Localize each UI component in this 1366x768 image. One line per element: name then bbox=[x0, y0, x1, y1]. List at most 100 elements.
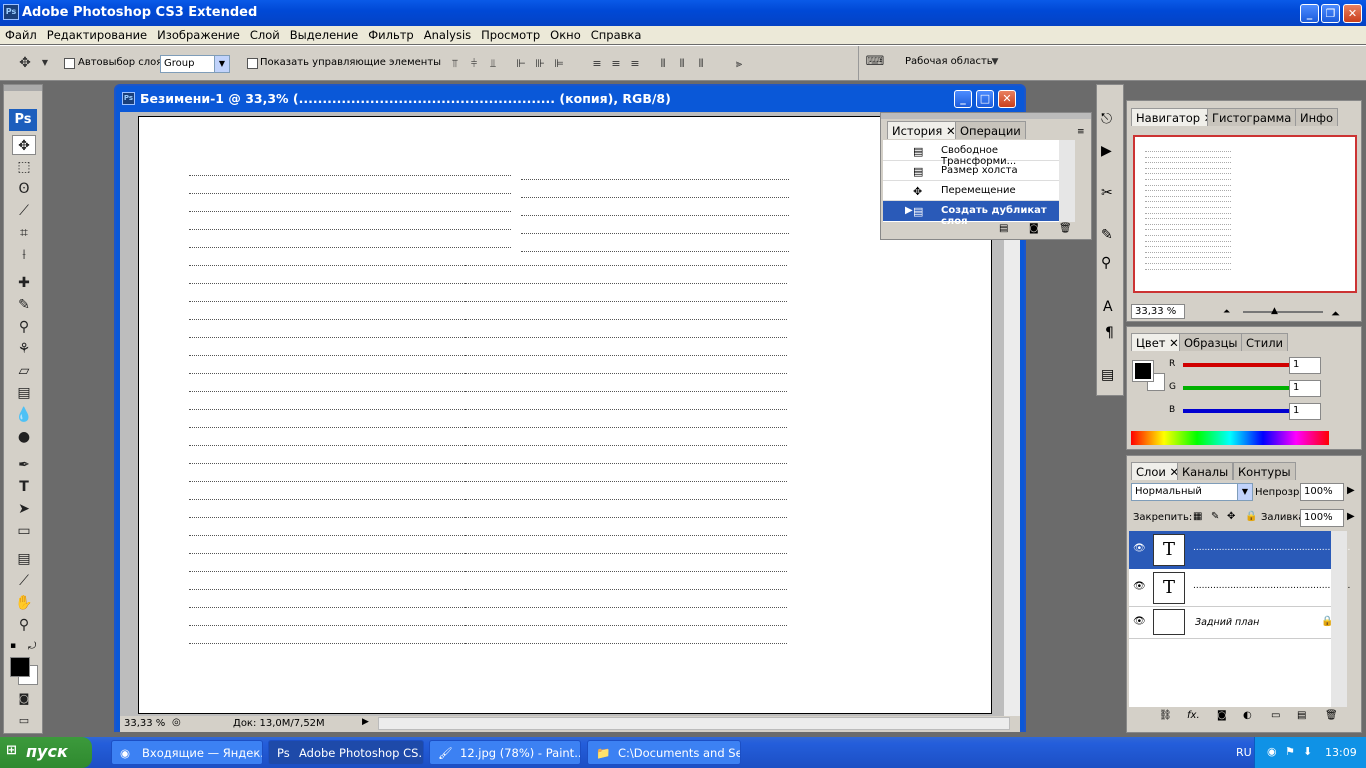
align-bottom-icon[interactable]: ⫫ bbox=[486, 58, 500, 70]
tab-info[interactable]: Инфо bbox=[1295, 108, 1338, 126]
layer-row-selected[interactable]: 👁 T ....................................… bbox=[1129, 531, 1350, 569]
network-icon[interactable]: ◉ bbox=[1267, 745, 1277, 758]
chevron-down-icon[interactable]: ▼ bbox=[38, 57, 52, 69]
navigator-preview[interactable] bbox=[1133, 135, 1357, 293]
align-left-icon[interactable]: ⊩ bbox=[514, 58, 528, 70]
fill-arrow-icon[interactable]: ▶ bbox=[1347, 511, 1355, 522]
zoom-level[interactable]: 33,33 % bbox=[124, 718, 165, 729]
zoom-tool-icon[interactable]: ⚲ bbox=[12, 615, 36, 635]
fx-icon[interactable]: fx. bbox=[1187, 710, 1200, 721]
history-scrollbar[interactable] bbox=[1059, 140, 1075, 222]
doc-minimize-button[interactable]: _ bbox=[954, 90, 972, 108]
distribute-vcenter-icon[interactable]: ≡ bbox=[609, 58, 623, 70]
bridge-icon[interactable]: ⌨ bbox=[865, 55, 885, 68]
swap-colors-icon[interactable]: ⤾ bbox=[28, 641, 36, 652]
canvas[interactable] bbox=[138, 116, 992, 714]
hand-tool-icon[interactable]: ✋ bbox=[12, 593, 36, 613]
history-dock-icon[interactable]: ⎋ bbox=[1101, 111, 1112, 127]
close-button[interactable]: ✕ bbox=[1343, 4, 1362, 23]
trash-icon[interactable]: 🗑 bbox=[1325, 710, 1338, 721]
lock-position-icon[interactable]: ✥ bbox=[1227, 511, 1235, 522]
align-vcenter-icon[interactable]: ⫩ bbox=[467, 58, 481, 70]
zoom-slider[interactable] bbox=[1243, 311, 1323, 313]
blur-tool-icon[interactable]: 💧 bbox=[12, 405, 36, 425]
status-options-icon[interactable]: ◎ bbox=[172, 717, 181, 728]
path-selection-tool-icon[interactable]: ➤ bbox=[12, 499, 36, 519]
align-top-icon[interactable]: ⫪ bbox=[448, 58, 462, 70]
distribute-right-icon[interactable]: ⫴ bbox=[694, 58, 708, 70]
eye-icon[interactable]: 👁 bbox=[1133, 616, 1146, 627]
red-value-field[interactable]: 1 bbox=[1289, 357, 1321, 374]
doc-maximize-button[interactable]: □ bbox=[976, 90, 994, 108]
lasso-tool-icon[interactable]: ʘ bbox=[12, 179, 36, 199]
brushes-dock-icon[interactable]: ✎ bbox=[1101, 227, 1113, 243]
blue-value-field[interactable]: 1 bbox=[1289, 403, 1321, 420]
crop-tool-icon[interactable]: ⌗ bbox=[12, 223, 36, 243]
panel-grip[interactable] bbox=[881, 113, 1091, 119]
history-item[interactable]: ▤ Размер холста bbox=[883, 161, 1075, 181]
snapshot-icon[interactable]: ◙ bbox=[1029, 223, 1039, 234]
menu-layer[interactable]: Слой bbox=[245, 26, 285, 44]
brush-tool-icon[interactable]: ✎ bbox=[12, 295, 36, 315]
new-group-icon[interactable]: ▭ bbox=[1271, 710, 1280, 721]
chevron-down-icon[interactable]: ▼ bbox=[988, 56, 1002, 68]
trash-icon[interactable]: 🗑 bbox=[1059, 223, 1072, 234]
photoshop-logo-icon[interactable]: Ps bbox=[9, 109, 37, 131]
eraser-tool-icon[interactable]: ▱ bbox=[12, 361, 36, 381]
clone-stamp-tool-icon[interactable]: ⚲ bbox=[12, 317, 36, 337]
start-button[interactable]: ⊞ пуск bbox=[0, 737, 92, 768]
distribute-left-icon[interactable]: ⫴ bbox=[656, 58, 670, 70]
opacity-field[interactable]: 100% bbox=[1300, 483, 1344, 501]
move-tool-preset-icon[interactable]: ✥ bbox=[14, 56, 36, 70]
auto-align-icon[interactable]: ⫸ bbox=[732, 58, 746, 70]
task-photoshop[interactable]: Ps Adobe Photoshop CS... bbox=[268, 740, 424, 765]
distribute-hcenter-icon[interactable]: ⫴ bbox=[675, 58, 689, 70]
lock-transparency-icon[interactable]: ▦ bbox=[1193, 511, 1202, 522]
notes-tool-icon[interactable]: ▤ bbox=[12, 549, 36, 569]
layer-comps-dock-icon[interactable]: ▤ bbox=[1101, 367, 1114, 383]
tab-paths[interactable]: Контуры bbox=[1233, 462, 1296, 480]
download-icon[interactable]: ⬇ bbox=[1303, 745, 1312, 758]
layers-scrollbar[interactable] bbox=[1331, 531, 1347, 707]
zoom-slider-thumb[interactable]: ▲ bbox=[1271, 306, 1278, 316]
link-layers-icon[interactable]: ⛓ bbox=[1159, 710, 1172, 721]
layer-row[interactable]: 👁 T ....................................… bbox=[1129, 569, 1350, 607]
character-dock-icon[interactable]: A bbox=[1103, 299, 1113, 315]
actions-dock-icon[interactable]: ▶ bbox=[1101, 143, 1112, 159]
lock-pixels-icon[interactable]: ✎ bbox=[1211, 511, 1219, 522]
pen-tool-icon[interactable]: ✒ bbox=[12, 455, 36, 475]
zoom-in-icon[interactable]: ⏶ bbox=[1331, 307, 1340, 321]
autoselect-checkbox[interactable] bbox=[64, 58, 75, 69]
blue-slider[interactable] bbox=[1183, 409, 1299, 413]
align-hcenter-icon[interactable]: ⊪ bbox=[533, 58, 547, 70]
tool-presets-dock-icon[interactable]: ✂ bbox=[1101, 185, 1113, 201]
slice-tool-icon[interactable]: ⟊ bbox=[12, 245, 36, 265]
tab-history[interactable]: История ✕ bbox=[887, 121, 961, 139]
horizontal-scrollbar[interactable] bbox=[378, 717, 1010, 730]
doc-close-button[interactable]: ✕ bbox=[998, 90, 1016, 108]
menu-help[interactable]: Справка bbox=[586, 26, 647, 44]
adjustment-layer-icon[interactable]: ◐ bbox=[1243, 710, 1252, 721]
green-value-field[interactable]: 1 bbox=[1289, 380, 1321, 397]
layer-row[interactable]: 👁 Задний план 🔒 bbox=[1129, 607, 1347, 639]
history-brush-tool-icon[interactable]: ⚘ bbox=[12, 339, 36, 359]
show-transform-checkbox[interactable] bbox=[247, 58, 258, 69]
task-paint[interactable]: 🖌 12.jpg (78%) - Paint.... bbox=[429, 740, 581, 765]
shape-tool-icon[interactable]: ▭ bbox=[12, 521, 36, 541]
language-indicator[interactable]: RU bbox=[1236, 746, 1252, 759]
quick-mask-icon[interactable]: ◙ bbox=[12, 689, 36, 709]
workspace-label[interactable]: Рабочая область bbox=[905, 56, 993, 67]
fill-field[interactable]: 100% bbox=[1300, 509, 1344, 527]
green-slider[interactable] bbox=[1183, 386, 1299, 390]
menu-view[interactable]: Просмотр bbox=[476, 26, 545, 44]
gradient-tool-icon[interactable]: ▤ bbox=[12, 383, 36, 403]
color-spectrum-bar[interactable] bbox=[1131, 431, 1329, 445]
history-item[interactable]: ▤ Свободное Трансформи... bbox=[883, 141, 1075, 167]
healing-brush-tool-icon[interactable]: ✚ bbox=[12, 273, 36, 293]
marquee-tool-icon[interactable]: ⬚ bbox=[12, 157, 36, 177]
clone-source-dock-icon[interactable]: ⚲ bbox=[1101, 255, 1111, 271]
history-item[interactable]: ✥ Перемещение bbox=[883, 181, 1075, 201]
tab-channels[interactable]: Каналы bbox=[1177, 462, 1234, 480]
tab-styles[interactable]: Стили bbox=[1241, 333, 1289, 351]
tab-swatches[interactable]: Образцы bbox=[1179, 333, 1243, 351]
